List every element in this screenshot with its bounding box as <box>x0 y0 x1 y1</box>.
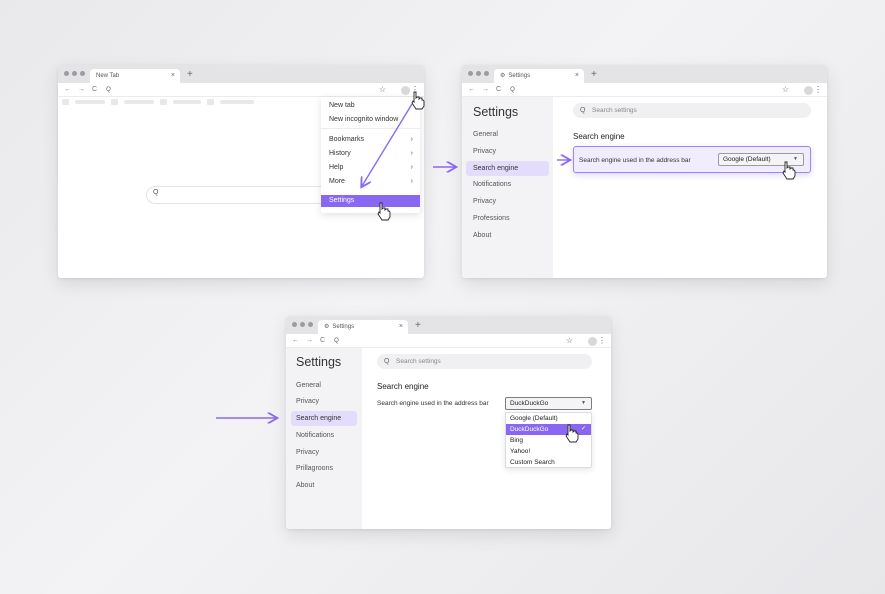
hand-cursor-icon <box>565 424 579 443</box>
hand-cursor-icon <box>411 91 425 110</box>
hand-cursor-icon <box>782 161 796 180</box>
hand-cursor-icon <box>377 202 391 221</box>
arrow-to-settings-icon <box>362 103 413 186</box>
flow-annotations <box>216 91 796 443</box>
